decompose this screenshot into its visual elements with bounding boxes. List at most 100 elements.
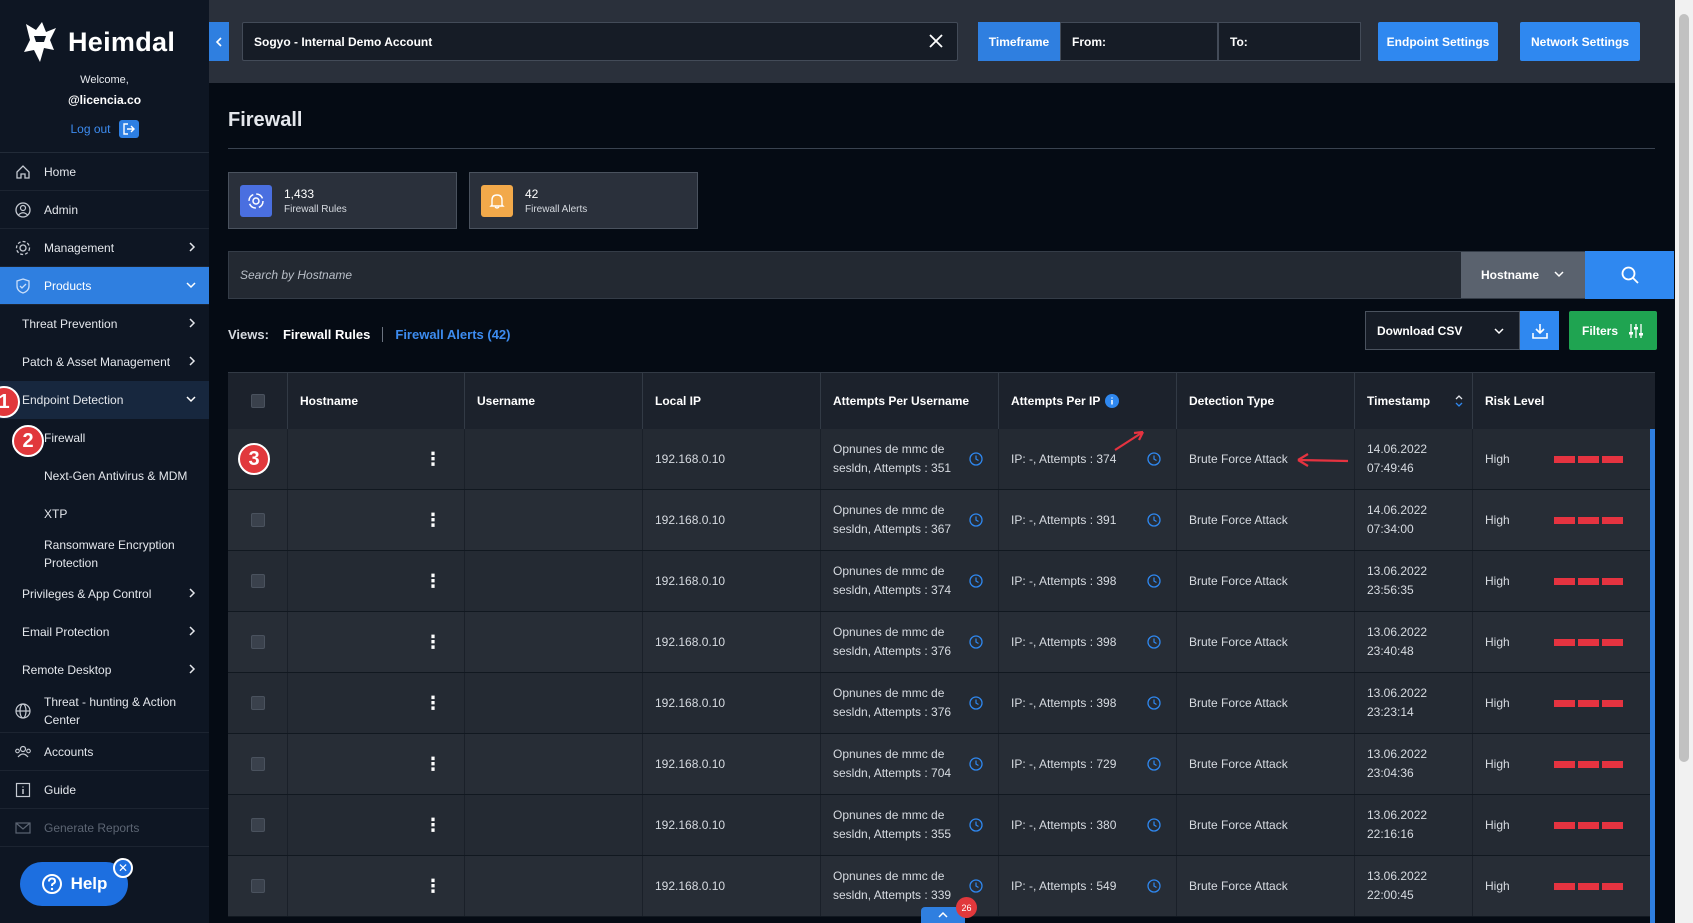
search-field-select[interactable]: Hostname: [1461, 252, 1585, 298]
table-row[interactable]: ⋮ 192.168.0.10 Opnunes de mmc de sesldn, At…: [228, 673, 1655, 734]
endpoint-settings-button[interactable]: Endpoint Settings: [1378, 22, 1498, 61]
row-checkbox[interactable]: [250, 574, 265, 588]
logout-icon[interactable]: [118, 120, 139, 138]
search-button[interactable]: [1585, 251, 1674, 299]
column-header-timestamp[interactable]: Timestamp: [1355, 373, 1473, 429]
table-scroll-indicator[interactable]: [1650, 429, 1655, 923]
to-date-field[interactable]: To:: [1218, 22, 1361, 61]
history-icon[interactable]: [969, 818, 983, 838]
sidebar-item-threat-hunting[interactable]: Threat - hunting & Action Center: [0, 689, 209, 733]
logout-label[interactable]: Log out: [70, 122, 110, 136]
sidebar-item-guide[interactable]: Guide: [0, 771, 209, 809]
sidebar-item-home[interactable]: Home: [0, 153, 209, 191]
sidebar-item-patch-asset[interactable]: Patch & Asset Management: [0, 343, 209, 381]
column-header-attempts-per-ip[interactable]: Attempts Per IP: [999, 373, 1177, 429]
chevron-right-icon: [187, 355, 197, 370]
tab-firewall-rules[interactable]: Firewall Rules: [283, 327, 384, 342]
sidebar-item-xtp[interactable]: XTP: [0, 495, 209, 533]
history-icon[interactable]: [1147, 879, 1161, 899]
table-row[interactable]: ⋮ 192.168.0.10 Opnunes de mmc de sesldn, At…: [228, 429, 1655, 490]
clear-account-icon[interactable]: [927, 32, 945, 53]
sidebar-item-admin[interactable]: Admin: [0, 191, 209, 229]
history-icon[interactable]: [1147, 818, 1161, 838]
row-checkbox[interactable]: [250, 879, 265, 893]
history-icon[interactable]: [969, 574, 983, 594]
filters-button[interactable]: Filters: [1569, 311, 1657, 350]
sidebar-item-privileges[interactable]: Privileges & App Control: [0, 575, 209, 613]
notification-badge[interactable]: 26: [956, 897, 977, 918]
collapse-sidebar-button[interactable]: [209, 22, 229, 61]
more-options-icon[interactable]: ⋮: [424, 572, 442, 590]
attempts-ip-text: IP: -, Attempts : 380: [1011, 817, 1117, 832]
page-scrollbar[interactable]: [1675, 0, 1693, 923]
stat-firewall-alerts[interactable]: 42 Firewall Alerts: [469, 172, 698, 229]
scrollbar-thumb[interactable]: [1679, 14, 1689, 762]
select-all-checkbox[interactable]: [250, 394, 265, 408]
help-button[interactable]: Help: [20, 862, 128, 906]
download-button[interactable]: [1520, 311, 1559, 350]
stat-firewall-rules[interactable]: 1,433 Firewall Rules: [228, 172, 457, 229]
from-date-field[interactable]: From:: [1060, 22, 1218, 61]
more-options-icon[interactable]: ⋮: [424, 633, 442, 651]
history-icon[interactable]: [1147, 513, 1161, 533]
more-options-icon[interactable]: ⋮: [424, 877, 442, 895]
column-header[interactable]: Local IP: [643, 373, 821, 429]
close-help-icon[interactable]: ✕: [113, 858, 133, 878]
sidebar-item-products[interactable]: Products: [0, 267, 209, 305]
more-options-icon[interactable]: ⋮: [424, 755, 442, 773]
row-checkbox[interactable]: [250, 696, 265, 710]
more-options-icon[interactable]: ⋮: [424, 694, 442, 712]
column-header[interactable]: Username: [465, 373, 643, 429]
search-input[interactable]: [229, 252, 1450, 298]
account-selector[interactable]: Sogyo - Internal Demo Account: [242, 22, 958, 61]
timeframe-label[interactable]: Timeframe: [978, 22, 1060, 61]
row-checkbox[interactable]: [250, 513, 265, 527]
row-checkbox[interactable]: [250, 635, 265, 649]
history-icon[interactable]: [1147, 452, 1161, 472]
more-options-icon[interactable]: ⋮: [424, 450, 442, 468]
network-settings-button[interactable]: Network Settings: [1520, 22, 1640, 61]
sidebar-item-email-protection[interactable]: Email Protection: [0, 613, 209, 651]
sort-icon[interactable]: [1454, 393, 1464, 409]
username-cell: [465, 490, 643, 550]
column-header[interactable]: Attempts Per Username: [821, 373, 999, 429]
sidebar-item-accounts[interactable]: Accounts: [0, 733, 209, 771]
info-icon[interactable]: [1105, 394, 1120, 408]
column-header[interactable]: Risk Level: [1473, 373, 1653, 429]
table-row[interactable]: ⋮ 192.168.0.10 Opnunes de mmc de sesldn, At…: [228, 734, 1655, 795]
history-icon[interactable]: [1147, 635, 1161, 655]
sidebar-item-ransomware[interactable]: Ransomware Encryption Protection: [0, 533, 180, 575]
history-icon[interactable]: [969, 452, 983, 472]
history-icon[interactable]: [969, 513, 983, 533]
more-options-icon[interactable]: ⋮: [424, 511, 442, 529]
username-cell: [465, 429, 643, 489]
more-options-icon[interactable]: ⋮: [424, 816, 442, 834]
table-row[interactable]: ⋮ 192.168.0.10 Opnunes de mmc de sesldn, At…: [228, 551, 1655, 612]
history-icon[interactable]: [969, 879, 983, 899]
sidebar-item-threat-prevention[interactable]: Threat Prevention: [0, 305, 209, 343]
sidebar-item-generate-reports[interactable]: Generate Reports: [0, 809, 209, 847]
tab-firewall-alerts[interactable]: Firewall Alerts (42): [383, 327, 510, 342]
table-row[interactable]: ⋮ 192.168.0.10 Opnunes de mmc de sesldn, At…: [228, 795, 1655, 856]
history-icon[interactable]: [1147, 757, 1161, 777]
detection-type-cell: Brute Force Attack: [1177, 856, 1355, 916]
row-checkbox[interactable]: [250, 757, 265, 771]
sidebar-item-endpoint-detection[interactable]: Endpoint Detection: [0, 381, 209, 419]
history-icon[interactable]: [1147, 696, 1161, 716]
logout-link[interactable]: Log out: [0, 120, 209, 138]
table-row[interactable]: ⋮ 192.168.0.10 Opnunes de mmc de sesldn, At…: [228, 490, 1655, 551]
row-checkbox[interactable]: [250, 818, 265, 832]
history-icon[interactable]: [969, 635, 983, 655]
table-row[interactable]: ⋮ 192.168.0.10 Opnunes de mmc de sesldn, At…: [228, 612, 1655, 673]
globe-icon: [14, 702, 32, 720]
sidebar-item-management[interactable]: Management: [0, 229, 209, 267]
column-header[interactable]: Detection Type: [1177, 373, 1355, 429]
history-icon[interactable]: [969, 757, 983, 777]
column-header[interactable]: Hostname: [288, 373, 465, 429]
history-icon[interactable]: [1147, 574, 1161, 594]
heimdal-logo[interactable]: Heimdal: [20, 20, 175, 64]
download-csv-select[interactable]: Download CSV: [1365, 311, 1520, 350]
history-icon[interactable]: [969, 696, 983, 716]
sidebar-item-remote-desktop[interactable]: Remote Desktop: [0, 651, 209, 689]
sidebar-item-ngav-mdm[interactable]: Next-Gen Antivirus & MDM: [0, 457, 209, 495]
